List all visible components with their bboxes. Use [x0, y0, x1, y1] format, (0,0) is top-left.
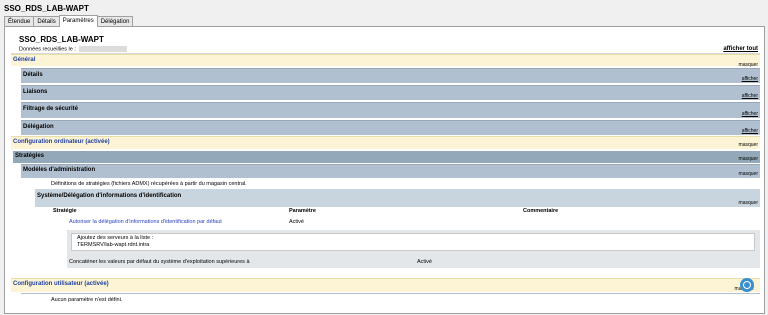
section-general: Général: [11, 54, 760, 66]
computer-hide-link[interactable]: masquer: [739, 142, 758, 148]
redacted-date: [78, 46, 127, 52]
delegation-show-link[interactable]: afficher: [742, 128, 758, 134]
concat-label: Concaténer les valeurs par défaut du sys…: [69, 259, 250, 265]
section-computer-label: Configuration ordinateur (activée): [13, 139, 110, 145]
system-delegation-hide-link[interactable]: masquer: [739, 200, 758, 206]
column-strategy: Stratégie: [53, 208, 77, 214]
tab-pane: SSO_RDS_LAB-WAPT Données recueillies le …: [4, 26, 765, 314]
wapt-logo-icon: [740, 278, 754, 292]
collected-date: Données recueillies le :: [19, 46, 127, 52]
links-show-link[interactable]: afficher: [742, 93, 758, 99]
section-general-label: Général: [13, 57, 36, 63]
report-title: SSO_RDS_LAB-WAPT: [19, 35, 104, 44]
section-links-label: Liaisons: [23, 89, 48, 95]
admin-templates-hide-link[interactable]: masquer: [739, 171, 758, 177]
security-show-link[interactable]: afficher: [742, 111, 758, 117]
section-details-label: Détails: [23, 72, 43, 78]
tab-settings[interactable]: Paramètres: [58, 15, 98, 27]
strategies-hide-link[interactable]: masquer: [739, 156, 758, 162]
policy-name-link[interactable]: Autoriser la délégation d'informations d…: [69, 219, 222, 225]
section-admin-templates: Modèles d'administration masquer: [21, 164, 760, 178]
admin-templates-description: Définitions de stratégies (fichiers ADMX…: [51, 181, 247, 187]
collected-label: Données recueillies le :: [19, 46, 76, 53]
show-all-link[interactable]: afficher tout: [723, 46, 758, 52]
concat-value: Activé: [417, 259, 432, 265]
section-delegation: Délégation afficher: [21, 120, 760, 135]
section-system-delegation: Système/Délégation d'informations d'iden…: [35, 189, 760, 207]
section-user: Configuration utilisateur (activée): [11, 278, 760, 292]
details-show-link[interactable]: afficher: [742, 76, 758, 82]
policy-setting-value: Activé: [289, 219, 304, 225]
user-no-settings-text: Aucun paramètre n'est défini.: [51, 297, 123, 303]
section-admin-templates-label: Modèles d'administration: [23, 167, 96, 173]
section-system-delegation-label: Système/Délégation d'informations d'iden…: [37, 193, 182, 199]
user-separator: [21, 293, 760, 294]
section-strategies-label: Stratégies: [15, 153, 45, 159]
settings-report: SSO_RDS_LAB-WAPT Données recueillies le …: [11, 32, 760, 312]
section-links: Liaisons afficher: [21, 85, 760, 100]
server-entry-value: TERMSRV/lab-wapt.rdnt.intra: [77, 242, 150, 248]
column-setting: Paramètre: [289, 208, 316, 214]
section-strategies: Stratégies masquer: [13, 151, 760, 163]
window-title: SSO_RDS_LAB-WAPT: [4, 4, 89, 13]
section-delegation-label: Délégation: [23, 124, 54, 130]
server-entry: TERMSRV/lab-wapt.rdnt.intra: [71, 241, 755, 251]
section-security-label: Filtrage de sécurité: [23, 106, 79, 112]
column-comment: Commentaire: [523, 208, 559, 214]
section-details: Détails afficher: [21, 68, 760, 83]
section-security: Filtrage de sécurité afficher: [21, 102, 760, 118]
section-user-label: Configuration utilisateur (activée): [13, 281, 109, 287]
section-computer: Configuration ordinateur (activée): [11, 136, 760, 149]
